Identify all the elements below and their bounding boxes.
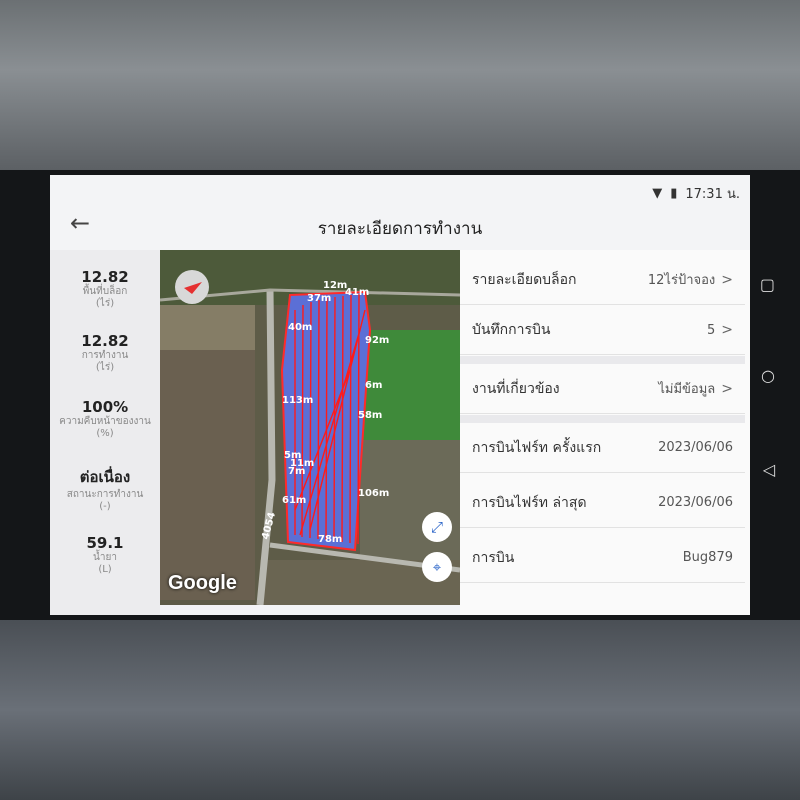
- divider: [460, 415, 745, 423]
- recents-button[interactable]: ▢: [760, 275, 775, 294]
- distance-label: 92m: [365, 335, 390, 346]
- last-flight-row: การบินไฟร์ท ล่าสุด 2023/06/06: [460, 478, 745, 528]
- page-title: รายละเอียดการทำงาน: [317, 219, 483, 239]
- chevron-right-icon: >: [721, 321, 733, 338]
- row-value: 5: [706, 322, 716, 338]
- status-bar: ▼ ▮ 17:31 น.: [652, 183, 740, 204]
- back-nav-button[interactable]: ◁: [763, 460, 775, 479]
- row-value: 12ไร่ป้าจอง: [647, 273, 716, 288]
- app-screen: ▼ ▮ 17:31 น. ← รายละเอียดการทำงาน 12.82 …: [50, 175, 750, 615]
- details-panel: รายละเอียดบล็อก 12ไร่ป้าจอง > บันทึกการบิ…: [460, 250, 750, 615]
- locate-icon[interactable]: ⌖: [422, 552, 452, 582]
- row-value: Bug879: [682, 550, 733, 565]
- related-work-row[interactable]: งานที่เกี่ยวข้อง ไม่มีข้อมูล >: [460, 364, 745, 414]
- stat-value: 100%: [81, 398, 129, 416]
- chevron-right-icon: >: [721, 272, 733, 288]
- stats-panel: 12.82 พื้นที่บล็อก (ไร่) 12.82 การทำงาน …: [50, 250, 160, 615]
- row-label: การบินไฟร์ท ล่าสุด: [472, 494, 587, 511]
- stat-unit: (ไร่): [95, 298, 115, 309]
- status-time: 17:31 น.: [685, 187, 740, 202]
- block-details-row[interactable]: รายละเอียดบล็อก 12ไร่ป้าจอง >: [460, 255, 745, 305]
- battery-icon: ▮: [670, 186, 678, 201]
- distance-label: 12m: [323, 280, 348, 291]
- distance-label: 58m: [358, 410, 383, 421]
- stat-status: ต่อเนื่อง สถานะการทำงาน (-): [50, 465, 160, 513]
- distance-label: 106m: [358, 488, 390, 499]
- distance-label: 113m: [282, 395, 314, 406]
- wifi-icon: ▼: [652, 186, 663, 201]
- distance-label: 78m: [318, 534, 343, 545]
- chevron-right-icon: >: [721, 381, 733, 397]
- background-blur-top: [0, 0, 800, 175]
- distance-label: 41m: [345, 287, 370, 298]
- top-bar: ← รายละเอียดการทำงาน: [50, 203, 750, 249]
- stat-value: 59.1: [86, 534, 124, 552]
- stat-liquid: 59.1 น้ำยา (L): [50, 534, 160, 576]
- first-flight-row: การบินไฟร์ท ครั้งแรก 2023/06/06: [460, 423, 745, 473]
- stat-progress: 100% ความคืบหน้าของงาน (%): [50, 398, 160, 440]
- google-logo: Google: [168, 572, 237, 594]
- fullscreen-icon[interactable]: ⤢: [422, 512, 452, 542]
- flight-row: การบิน Bug879: [460, 533, 745, 583]
- stat-block-area: 12.82 พื้นที่บล็อก (ไร่): [50, 268, 160, 310]
- stat-label: ความคืบหน้าของงาน: [59, 416, 151, 427]
- row-value: ไม่มีข้อมูล: [658, 382, 716, 397]
- background-blur-bottom: [0, 620, 800, 800]
- stat-unit: (ไร่): [95, 362, 115, 373]
- row-label: งานที่เกี่ยวข้อง: [472, 380, 560, 397]
- stat-value: ต่อเนื่อง: [79, 468, 131, 486]
- stat-label: การทำงาน: [81, 350, 129, 361]
- distance-label: 37m: [307, 293, 332, 304]
- row-value: 2023/06/06: [658, 495, 733, 510]
- distance-label: 40m: [288, 322, 313, 333]
- row-label: การบิน: [472, 549, 515, 566]
- flight-log-row[interactable]: บันทึกการบิน 5 >: [460, 305, 745, 355]
- stat-value: 12.82: [81, 332, 129, 350]
- stat-label: น้ำยา: [93, 552, 117, 563]
- map-view[interactable]: 4054 12m 37m 41m 40m 92m 6m 113m 58m 5m …: [160, 250, 460, 605]
- home-button[interactable]: ○: [761, 366, 775, 385]
- distance-label: 7m: [288, 466, 306, 477]
- row-label: การบินไฟร์ท ครั้งแรก: [472, 439, 602, 456]
- stat-label: พื้นที่บล็อก: [82, 286, 128, 297]
- row-label: บันทึกการบิน: [472, 321, 551, 338]
- distance-label: 61m: [282, 495, 307, 506]
- stat-label: สถานะการทำงาน: [66, 489, 144, 500]
- row-label: รายละเอียดบล็อก: [472, 271, 577, 288]
- stat-unit: (L): [98, 564, 112, 575]
- stat-work-area: 12.82 การทำงาน (ไร่): [50, 332, 160, 374]
- stat-value: 12.82: [81, 268, 129, 286]
- stat-unit: (%): [96, 428, 114, 439]
- stat-unit: (-): [99, 501, 111, 512]
- row-value: 2023/06/06: [658, 440, 733, 455]
- divider: [460, 356, 745, 364]
- distance-label: 6m: [365, 380, 383, 391]
